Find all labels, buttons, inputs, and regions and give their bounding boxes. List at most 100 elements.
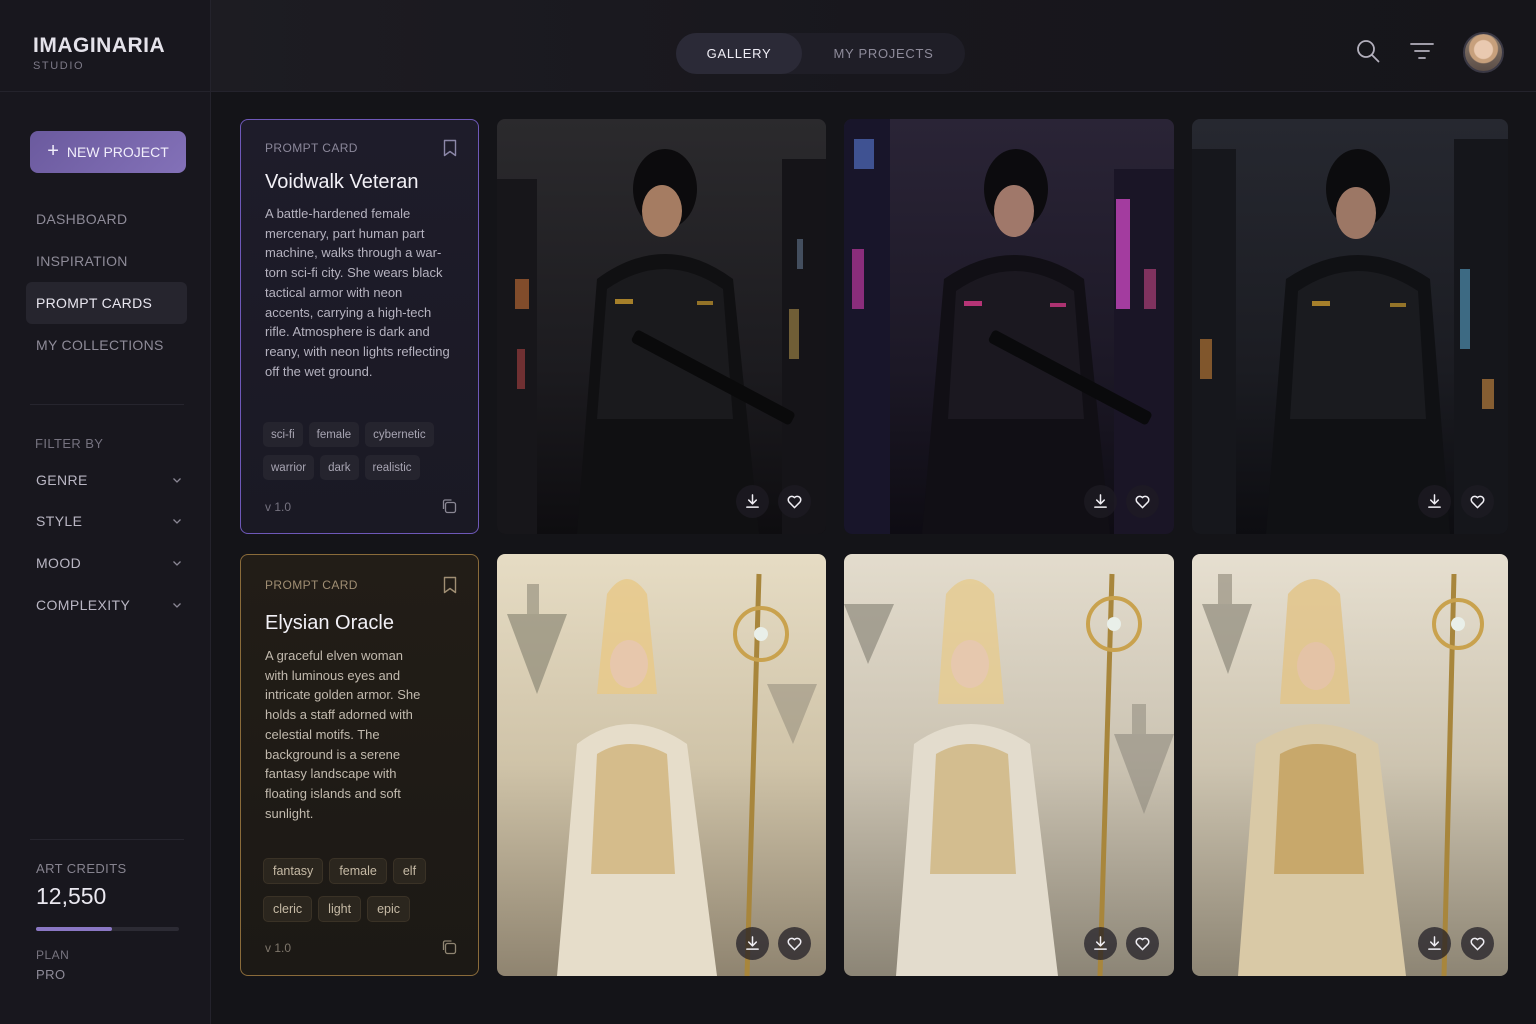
scifi-warrior-illustration — [1192, 119, 1508, 534]
tag[interactable]: fantasy — [263, 858, 324, 884]
chevron-down-icon — [173, 519, 181, 525]
prompt-card-tags: fantasy female elf cleric light epic — [263, 858, 443, 922]
tag[interactable]: epic — [367, 896, 411, 922]
favorite-button[interactable] — [1461, 927, 1494, 960]
sidebar-item-inspiration[interactable]: INSPIRATION — [26, 240, 187, 282]
tag[interactable]: cleric — [263, 896, 313, 922]
bookmark-icon[interactable] — [442, 139, 458, 157]
sidebar-item-dashboard[interactable]: DASHBOARD — [26, 198, 187, 240]
favorite-button[interactable] — [1461, 485, 1494, 518]
prompt-card-elysian[interactable]: PROMPT CARD Elysian Oracle A graceful el… — [240, 554, 479, 976]
scifi-warrior-illustration — [844, 119, 1174, 534]
brand-name: IMAGINARIA — [33, 34, 166, 57]
filter-list: GENRE STYLE MOOD COMPLEXITY — [36, 459, 182, 625]
copy-icon[interactable] — [440, 938, 458, 956]
credits-progress-bar — [36, 927, 179, 931]
tag[interactable]: cybernetic — [365, 422, 434, 447]
prompt-card-voidwalk[interactable]: PROMPT CARD Voidwalk Veteran A battle-ha… — [240, 119, 479, 534]
tab-gallery[interactable]: GALLERY — [676, 33, 802, 74]
chevron-down-icon — [173, 561, 181, 566]
bookmark-icon[interactable] — [442, 576, 458, 594]
download-icon — [1428, 936, 1441, 950]
sidebar-item-label: INSPIRATION — [36, 253, 128, 269]
heart-icon — [1135, 937, 1150, 951]
scifi-warrior-illustration — [497, 119, 826, 534]
prompt-card-kicker: PROMPT CARD — [265, 578, 358, 592]
download-button[interactable] — [1084, 485, 1117, 518]
generated-image-fantasy-1[interactable] — [497, 554, 826, 976]
sidebar: IMAGINARIA STUDIO + NEW PROJECT DASHBOAR… — [0, 0, 211, 1024]
favorite-button[interactable] — [778, 927, 811, 960]
prompt-card-tags: sci-fi female cybernetic warrior dark re… — [263, 422, 463, 480]
filter-title: FILTER BY — [35, 436, 104, 451]
elf-oracle-illustration — [1192, 554, 1508, 976]
tag[interactable]: light — [318, 896, 362, 922]
credits-value: 12,550 — [36, 883, 107, 909]
download-icon — [1094, 936, 1107, 950]
prompt-card-description: A battle-hardened female mercenary, part… — [265, 206, 450, 379]
sidebar-nav: DASHBOARD INSPIRATION PROMPT CARDS MY CO… — [26, 198, 187, 366]
filter-genre[interactable]: GENRE — [36, 459, 182, 501]
download-button[interactable] — [736, 927, 769, 960]
download-button[interactable] — [736, 485, 769, 518]
tag[interactable]: dark — [320, 455, 359, 480]
filter-style[interactable]: STYLE — [36, 501, 182, 543]
tag[interactable]: warrior — [263, 455, 315, 480]
heart-icon — [787, 937, 802, 951]
copy-icon[interactable] — [440, 497, 458, 515]
prompt-card-kicker: PROMPT CARD — [265, 141, 358, 155]
prompt-card-version: v 1.0 — [265, 941, 292, 955]
filter-label: STYLE — [36, 513, 83, 530]
tag[interactable]: realistic — [364, 455, 420, 480]
tag[interactable]: elf — [392, 858, 427, 884]
sidebar-item-label: DASHBOARD — [36, 211, 128, 227]
avatar[interactable] — [1463, 32, 1504, 73]
tag[interactable]: sci-fi — [263, 422, 303, 447]
prompt-card-title: Voidwalk Veteran — [265, 171, 419, 193]
sidebar-divider — [30, 404, 184, 405]
download-button[interactable] — [1418, 485, 1451, 518]
prompt-card-description: A graceful elven woman with luminous eye… — [265, 648, 421, 821]
new-project-label: NEW PROJECT — [66, 144, 169, 160]
filter-mood[interactable]: MOOD — [36, 542, 182, 584]
download-icon — [1428, 494, 1441, 508]
download-button[interactable] — [1084, 927, 1117, 960]
heart-icon — [1470, 937, 1485, 951]
elf-oracle-illustration — [844, 554, 1174, 976]
download-button[interactable] — [1418, 927, 1451, 960]
heart-icon — [1135, 495, 1150, 509]
download-icon — [746, 494, 759, 508]
download-icon — [746, 936, 759, 950]
heart-icon — [1470, 495, 1485, 509]
generated-image-fantasy-2[interactable] — [844, 554, 1174, 976]
download-icon — [1094, 494, 1107, 508]
plan-value: PRO — [36, 967, 66, 982]
search-icon[interactable] — [1355, 38, 1381, 64]
sidebar-divider — [30, 839, 184, 840]
filter-label: MOOD — [36, 554, 82, 571]
generated-image-scifi-2[interactable] — [844, 119, 1174, 534]
filter-complexity[interactable]: COMPLEXITY — [36, 584, 182, 626]
filter-icon[interactable] — [1409, 38, 1435, 64]
top-header: GALLERY MY PROJECTS — [211, 0, 1536, 92]
elf-oracle-illustration — [497, 554, 826, 976]
generated-image-fantasy-3[interactable] — [1192, 554, 1508, 976]
heart-icon — [787, 495, 802, 509]
tag[interactable]: female — [329, 858, 387, 884]
sidebar-item-my-collections[interactable]: MY COLLECTIONS — [26, 324, 187, 366]
new-project-button[interactable]: + NEW PROJECT — [30, 131, 186, 173]
tag[interactable]: female — [308, 422, 360, 447]
favorite-button[interactable] — [778, 485, 811, 518]
plus-icon: + — [47, 140, 59, 162]
prompt-card-title: Elysian Oracle — [265, 612, 394, 634]
generated-image-scifi-1[interactable] — [497, 119, 826, 534]
prompt-card-version: v 1.0 — [265, 500, 292, 514]
favorite-button[interactable] — [1126, 927, 1159, 960]
generated-image-scifi-3[interactable] — [1192, 119, 1508, 534]
filter-label: GENRE — [36, 471, 88, 488]
sidebar-item-prompt-cards[interactable]: PROMPT CARDS — [26, 282, 187, 324]
view-tabs: GALLERY MY PROJECTS — [676, 33, 965, 74]
chevron-down-icon — [173, 477, 181, 483]
tab-my-projects[interactable]: MY PROJECTS — [802, 33, 965, 74]
favorite-button[interactable] — [1126, 485, 1159, 518]
